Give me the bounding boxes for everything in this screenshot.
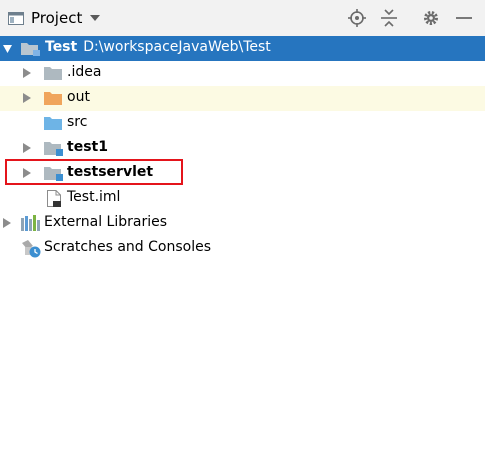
tree-row-out[interactable]: out xyxy=(0,86,485,111)
folder-icon xyxy=(44,67,62,80)
tree-row-src[interactable]: src xyxy=(0,111,485,136)
tree-row-root[interactable]: Test D:\workspaceJavaWeb\Test xyxy=(0,36,485,61)
dropdown-caret-icon[interactable] xyxy=(90,15,101,21)
tree-item-label: test1 xyxy=(67,139,108,155)
tree-row-scratches[interactable]: Scratches and Consoles xyxy=(0,236,485,261)
source-folder-icon xyxy=(44,117,62,130)
tree-item-label: src xyxy=(67,114,88,130)
collapsed-arrow-icon[interactable] xyxy=(22,68,31,78)
root-name: Test xyxy=(45,39,78,55)
expanded-arrow-icon[interactable] xyxy=(3,44,12,54)
project-view-title: Project xyxy=(31,9,83,27)
tree-item-label: Test.iml xyxy=(67,189,121,205)
module-folder-icon xyxy=(21,43,40,56)
collapse-all-icon[interactable] xyxy=(380,9,398,27)
project-view-icon xyxy=(8,11,24,25)
collapsed-arrow-icon[interactable] xyxy=(2,218,11,228)
tree-row-idea[interactable]: .idea xyxy=(0,61,485,86)
annotation-highlight-box xyxy=(5,159,183,185)
project-view-selector[interactable]: Project xyxy=(8,8,101,28)
libraries-icon xyxy=(21,215,40,231)
excluded-folder-icon xyxy=(44,92,62,105)
hide-minimize-icon[interactable] xyxy=(455,9,473,27)
settings-gear-icon[interactable] xyxy=(422,9,440,27)
scratches-icon xyxy=(22,240,41,258)
project-header: Project xyxy=(0,0,485,37)
tree-item-label: out xyxy=(67,89,90,105)
tree-item-label: Scratches and Consoles xyxy=(44,239,211,255)
tree-item-label: .idea xyxy=(67,64,102,80)
tree-row-test-iml[interactable]: Test.iml xyxy=(0,186,485,211)
tree-row-test1[interactable]: test1 xyxy=(0,136,485,161)
module-folder-icon xyxy=(44,142,63,156)
tree-root-label: Test D:\workspaceJavaWeb\Test xyxy=(45,39,271,55)
collapsed-arrow-icon[interactable] xyxy=(22,93,31,103)
project-tool-window: Project Test D:\workspaceJavaWeb\Test .i… xyxy=(0,0,485,456)
root-path: D:\workspaceJavaWeb\Test xyxy=(83,39,271,55)
tree-row-external-libraries[interactable]: External Libraries xyxy=(0,211,485,236)
iml-file-icon xyxy=(47,190,61,207)
locate-icon[interactable] xyxy=(348,9,366,27)
collapsed-arrow-icon[interactable] xyxy=(22,143,31,153)
tree-item-label: External Libraries xyxy=(44,214,167,230)
